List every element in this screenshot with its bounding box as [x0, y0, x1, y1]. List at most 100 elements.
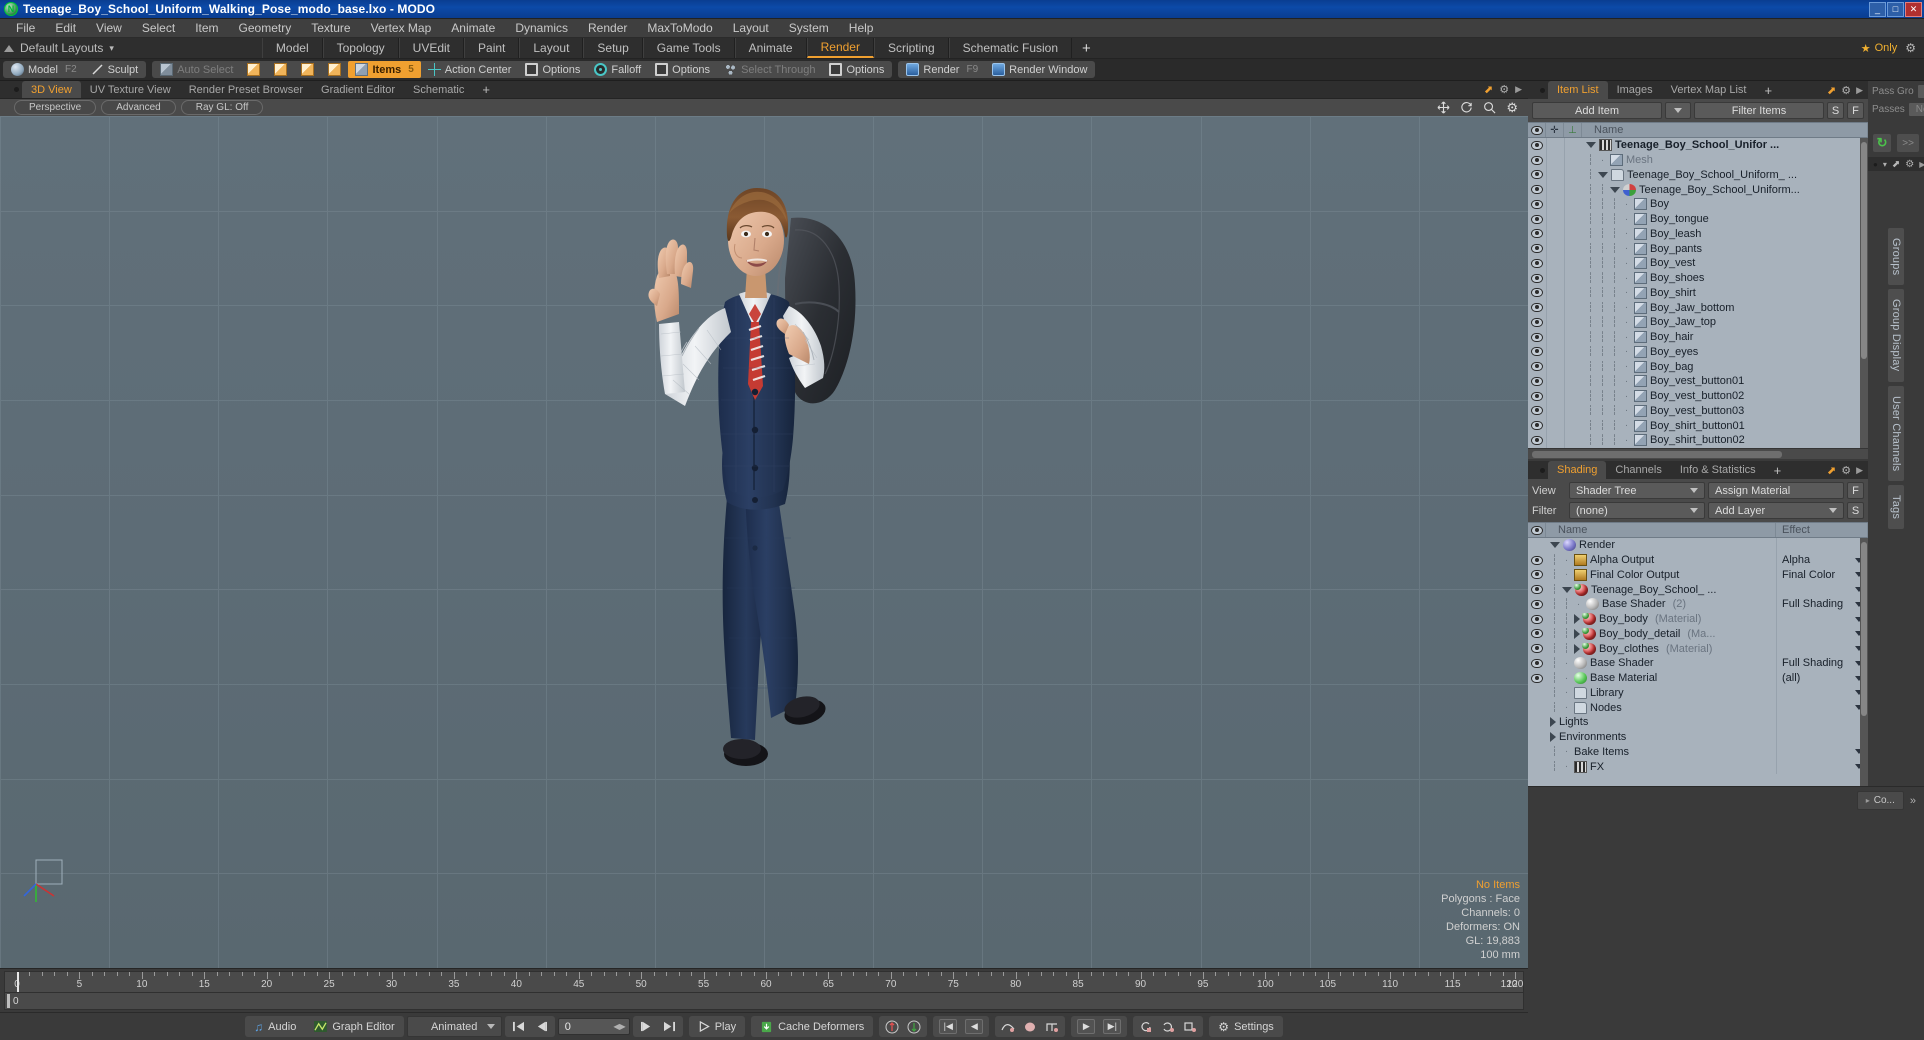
gear-icon[interactable]: ⚙: [1841, 84, 1851, 97]
select-through-options-button[interactable]: Options: [822, 61, 891, 78]
filter-items-input[interactable]: Filter Items: [1694, 102, 1824, 119]
axis-cell[interactable]: [1564, 374, 1582, 389]
layout-tab-uvedit[interactable]: UVEdit: [398, 38, 465, 58]
gear-icon[interactable]: ⚙: [1841, 464, 1851, 477]
chevron-down-icon[interactable]: [1598, 171, 1608, 178]
list-item[interactable]: ┆ ┆ ┆ · Boy_shirt: [1528, 285, 1868, 301]
lock-cell[interactable]: [1546, 329, 1564, 345]
menu-file[interactable]: File: [6, 19, 45, 38]
visibility-toggle[interactable]: [1528, 317, 1546, 327]
visibility-toggle[interactable]: [1528, 391, 1546, 401]
tab-info-statistics[interactable]: Info & Statistics: [1671, 461, 1765, 479]
filter-s-button[interactable]: S: [1827, 102, 1844, 119]
list-item[interactable]: ┆ ┆ ┆ · Boy_vest_button01: [1528, 374, 1868, 389]
menu-view[interactable]: View: [86, 19, 132, 38]
item-name-cell[interactable]: ┆ ┆ ┆ · Boy_vest_button01: [1582, 375, 1868, 388]
item-name-cell[interactable]: ┆ · Alpha Output: [1546, 554, 1776, 567]
item-list-body[interactable]: Teenage_Boy_School_Unifor ... ┆ · Mesh ┆ Teen…: [1528, 138, 1868, 448]
layout-tab-layout[interactable]: Layout: [519, 38, 584, 58]
menu-edit[interactable]: Edit: [45, 19, 86, 38]
chevron-right-icon[interactable]: [1574, 643, 1580, 654]
menu-texture[interactable]: Texture: [301, 19, 360, 38]
list-item[interactable]: ┆ ┆ ┆ · Boy: [1528, 197, 1868, 212]
menu-animate[interactable]: Animate: [441, 19, 505, 38]
item-name-cell[interactable]: ┆ ┆ Boy_body (Material): [1546, 613, 1776, 626]
visibility-toggle[interactable]: [1528, 258, 1546, 268]
polygon-select-button[interactable]: [294, 61, 321, 78]
lock-cell[interactable]: [1546, 300, 1564, 315]
add-layer-button[interactable]: Add Layer: [1708, 502, 1844, 519]
visibility-toggle[interactable]: [1528, 421, 1546, 431]
item-name-cell[interactable]: ┆ · Nodes: [1546, 701, 1776, 714]
lock-cell[interactable]: [1546, 182, 1564, 197]
effect-cell[interactable]: Final Color: [1776, 567, 1868, 583]
lock-cell[interactable]: [1546, 241, 1564, 256]
falloff-options-button[interactable]: Options: [648, 61, 717, 78]
list-item[interactable]: ┆ ┆ · Base Shader (2) Full Shading: [1528, 597, 1868, 612]
tab-item-list[interactable]: Item List: [1548, 81, 1608, 99]
menu-maxtomodo[interactable]: MaxToModo: [637, 19, 722, 38]
list-item[interactable]: ┆ ┆ ┆ · Boy_vest_button02: [1528, 388, 1868, 404]
lock-cell[interactable]: [1546, 197, 1564, 212]
audio-button[interactable]: ♫ Audio: [245, 1016, 305, 1037]
menu-vertex-map[interactable]: Vertex Map: [361, 19, 442, 38]
visibility-toggle[interactable]: [1528, 362, 1546, 372]
close-button[interactable]: ✕: [1905, 1, 1922, 17]
rotate-key-button[interactable]: [1157, 1016, 1179, 1037]
current-frame-input[interactable]: 0 ◀▶: [557, 1018, 630, 1035]
lock-cell[interactable]: [1546, 256, 1564, 271]
viewport-shading-pill[interactable]: Advanced: [101, 100, 176, 115]
timeline-ruler[interactable]: 0510152025303540455055606570758085909510…: [4, 971, 1524, 993]
visibility-toggle[interactable]: [1528, 214, 1546, 224]
item-name-cell[interactable]: ┆ ┆ ┆ · Boy_eyes: [1582, 345, 1868, 358]
item-name-cell[interactable]: ┆ ┆ ┆ · Boy_leash: [1582, 227, 1868, 240]
item-name-cell[interactable]: Render: [1546, 539, 1776, 552]
effect-cell[interactable]: [1776, 744, 1868, 760]
axis-cell[interactable]: [1564, 300, 1582, 315]
list-item[interactable]: ┆ ┆ Boy_body_detail (Ma...: [1528, 626, 1868, 642]
scale-key-button[interactable]: [1179, 1016, 1201, 1037]
axis-cell[interactable]: [1564, 241, 1582, 256]
key-down-button[interactable]: [903, 1016, 925, 1037]
visibility-toggle[interactable]: [1528, 303, 1546, 313]
menu-help[interactable]: Help: [839, 19, 884, 38]
list-item[interactable]: Teenage_Boy_School_Unifor ...: [1528, 138, 1868, 153]
axis-cell[interactable]: [1564, 197, 1582, 212]
vertex-select-button[interactable]: [240, 61, 267, 78]
list-item[interactable]: ┆ ┆ ┆ · Boy_shoes: [1528, 270, 1868, 286]
axis-cell[interactable]: [1564, 418, 1582, 433]
pass-group-new-button[interactable]: New: [1916, 84, 1924, 99]
expand-panel-icon[interactable]: ⬈: [1484, 83, 1493, 96]
menu-system[interactable]: System: [779, 19, 839, 38]
prev-key2-button[interactable]: ◀: [961, 1016, 987, 1037]
step-back-button[interactable]: [530, 1016, 553, 1037]
item-name-cell[interactable]: ┆ · Final Color Output: [1546, 568, 1776, 581]
ellipse-key-button[interactable]: [1019, 1016, 1041, 1037]
item-name-cell[interactable]: ┆ ┆ ┆ · Boy_vest: [1582, 257, 1868, 270]
item-name-cell[interactable]: ┆ ┆ ┆ · Boy_pants: [1582, 242, 1868, 255]
shading-f-button[interactable]: F: [1847, 482, 1864, 499]
list-item[interactable]: ┆ ┆ ┆ · Boy_eyes: [1528, 344, 1868, 360]
visibility-toggle[interactable]: [1528, 155, 1546, 165]
chevron-right-icon[interactable]: ▶: [1856, 465, 1863, 476]
list-item[interactable]: ┆ ┆ ┆ · Boy_tongue: [1528, 211, 1868, 227]
add-shading-tab-button[interactable]: +: [1765, 461, 1791, 479]
add-item-button[interactable]: Add Item: [1532, 102, 1662, 119]
falloff-button[interactable]: Falloff: [587, 61, 648, 78]
chevron-right-icon[interactable]: ▶: [1856, 85, 1863, 96]
viewport-raygl-pill[interactable]: Ray GL: Off: [180, 100, 264, 115]
expand-panel-icon[interactable]: ⬈: [1892, 159, 1900, 170]
gear-icon[interactable]: ⚙: [1506, 100, 1518, 116]
viewport-tab-render-preset-browser[interactable]: Render Preset Browser: [180, 81, 312, 98]
axis-cell[interactable]: [1564, 167, 1582, 183]
list-item[interactable]: ┆ Teenage_Boy_School_ ...: [1528, 582, 1868, 597]
effect-cell[interactable]: [1776, 715, 1868, 730]
gear-icon[interactable]: ⚙: [1499, 83, 1509, 96]
shading-s-button[interactable]: S: [1847, 502, 1864, 519]
axis-cell[interactable]: [1564, 329, 1582, 345]
list-item[interactable]: ┆ · Bake Items: [1528, 744, 1868, 760]
axis-cell[interactable]: [1564, 315, 1582, 330]
visibility-toggle[interactable]: [1528, 185, 1546, 195]
lock-cell[interactable]: [1546, 359, 1564, 374]
lock-cell[interactable]: [1546, 388, 1564, 404]
